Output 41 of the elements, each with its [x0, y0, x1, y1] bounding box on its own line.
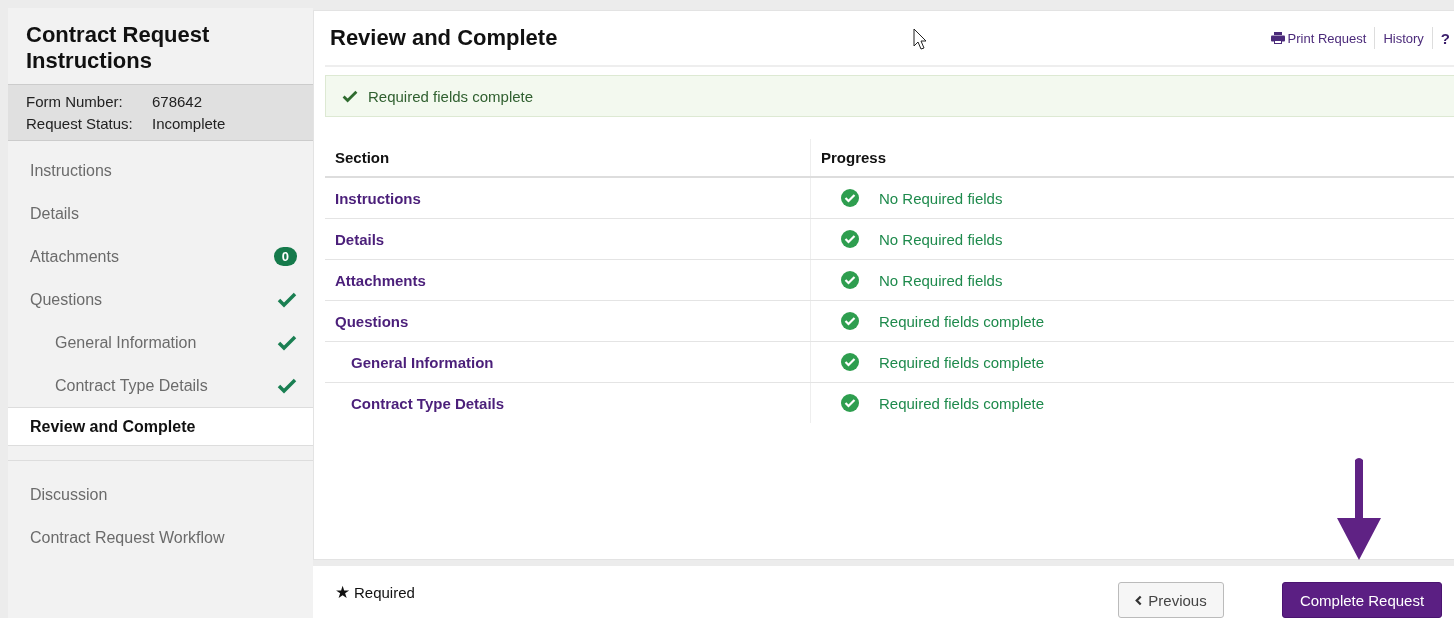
nav-item[interactable]: Contract Type Details — [8, 364, 313, 407]
section-link[interactable]: Details — [325, 218, 811, 260]
info-label: Request Status: — [26, 115, 134, 132]
section-link[interactable]: General Information — [325, 341, 811, 383]
progress-status: Required fields complete — [879, 394, 1045, 412]
chevron-left-icon — [1135, 594, 1143, 606]
nav-item[interactable]: Questions — [8, 278, 313, 321]
progress-status: No Required fields — [879, 189, 1003, 207]
complete-request-button[interactable]: Complete Request — [1282, 582, 1442, 618]
nav-item[interactable]: Review and Complete — [8, 407, 313, 446]
required-note: Required — [354, 583, 415, 601]
section-link[interactable]: Attachments — [325, 259, 811, 301]
progress-status: No Required fields — [879, 230, 1003, 248]
history-link[interactable]: History — [1375, 27, 1433, 49]
section-link[interactable]: Instructions — [325, 177, 811, 219]
star-icon: ★ — [335, 581, 350, 603]
nav-item[interactable]: Instructions — [8, 149, 313, 192]
column-header: Section — [325, 139, 811, 177]
mouse-pointer-icon — [913, 28, 927, 50]
help-link[interactable]: ? — [1432, 27, 1450, 49]
printer-icon — [1270, 32, 1285, 44]
nav-item[interactable]: Attachments 0 — [8, 235, 313, 278]
column-header: Progress — [810, 139, 1454, 177]
page-title: Review and Complete — [330, 25, 558, 51]
progress-status: Required fields complete — [879, 353, 1045, 371]
info-label: Form Number: — [26, 93, 124, 110]
nav-item[interactable]: Contract Request Workflow — [8, 516, 313, 559]
progress-status: Required fields complete — [879, 312, 1045, 330]
info-value: Incomplete — [152, 115, 227, 132]
count-badge: 0 — [273, 247, 297, 266]
section-link[interactable]: Contract Type Details — [325, 382, 811, 423]
alert-text: Required fields complete — [368, 87, 534, 105]
nav-item[interactable]: Discussion — [8, 473, 313, 516]
previous-button[interactable]: Previous — [1118, 582, 1224, 618]
check-icon — [342, 89, 358, 103]
progress-status: No Required fields — [879, 271, 1003, 289]
print-link[interactable]: Print Request — [1262, 27, 1376, 49]
nav-item[interactable]: Details — [8, 192, 313, 235]
nav-item[interactable]: General Information — [8, 321, 313, 364]
info-value: 678642 — [152, 93, 204, 110]
section-link[interactable]: Questions — [325, 300, 811, 342]
